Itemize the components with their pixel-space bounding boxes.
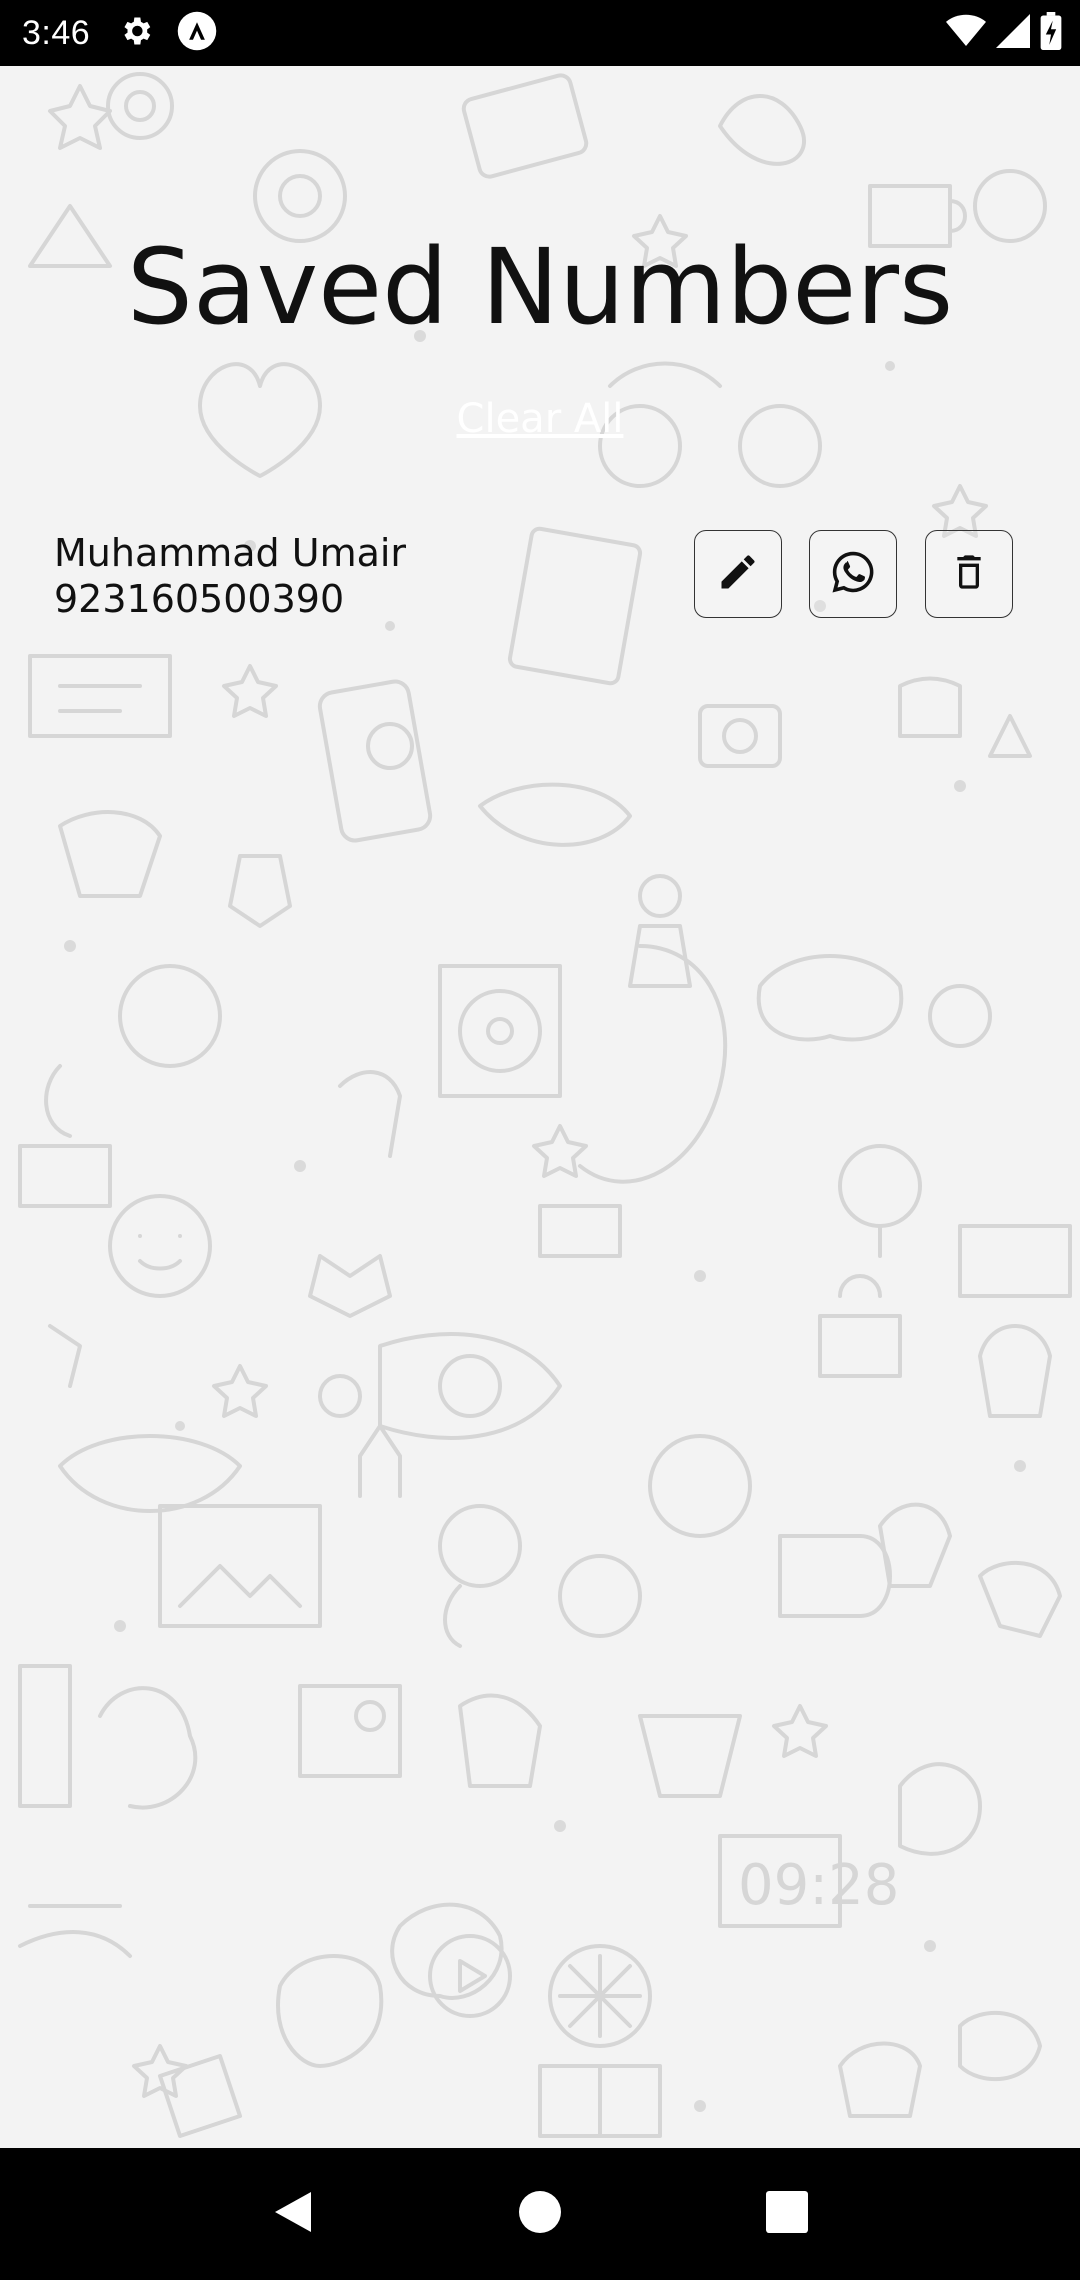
- home-icon: [518, 2191, 561, 2237]
- edit-icon: [716, 550, 760, 598]
- whatsapp-button[interactable]: [809, 530, 897, 618]
- wifi-icon: [946, 13, 986, 53]
- delete-button[interactable]: [925, 530, 1013, 618]
- contact-name: Muhammad Umair: [54, 531, 407, 575]
- back-icon: [271, 2188, 315, 2240]
- battery-icon: [1040, 12, 1062, 54]
- status-time: 3:46: [22, 13, 91, 52]
- whatsapp-icon: [829, 548, 877, 600]
- status-bar: 3:46: [0, 0, 1080, 66]
- app-notification-icon: [176, 10, 218, 56]
- recents-button[interactable]: [747, 2174, 827, 2254]
- delete-icon: [949, 550, 989, 598]
- home-button[interactable]: [500, 2174, 580, 2254]
- doodle-background: 09:28: [18, 72, 1072, 2138]
- edit-button[interactable]: [694, 530, 782, 618]
- settings-icon: [118, 13, 154, 53]
- svg-text:09:28: 09:28: [738, 1853, 899, 1918]
- clear-all-link[interactable]: Clear All: [0, 396, 1080, 442]
- navigation-bar: [0, 2148, 1080, 2280]
- saved-number-row: Muhammad Umair 923160500390: [54, 530, 1026, 630]
- recents-icon: [765, 2191, 808, 2237]
- cellular-signal-icon: [996, 14, 1030, 52]
- back-button[interactable]: [253, 2174, 333, 2254]
- contact-info: Muhammad Umair 923160500390: [54, 530, 406, 622]
- saved-numbers-screen: 09:28 Saved Numbers Clear All Muhammad U…: [0, 66, 1080, 2148]
- page-title: Saved Numbers: [126, 226, 954, 348]
- app-screen: 3:46 09:28 Saved Numbers Clear All Muham…: [0, 0, 1080, 2280]
- contact-number: 923160500390: [54, 577, 345, 621]
